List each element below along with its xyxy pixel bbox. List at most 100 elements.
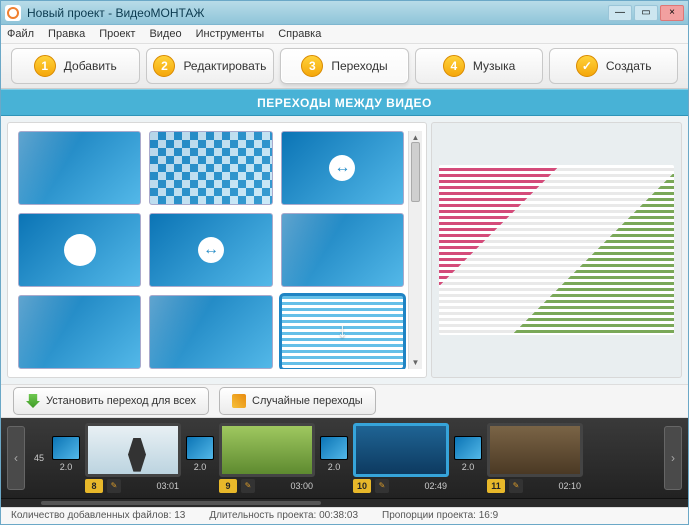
transition-chip[interactable]: 2.0: [51, 436, 81, 480]
scroll-track[interactable]: [409, 142, 422, 358]
step-number-icon: 2: [153, 55, 175, 77]
transition-thumb[interactable]: [149, 295, 272, 369]
menu-project[interactable]: Проект: [99, 28, 135, 40]
clip-duration: 03:01: [156, 481, 179, 491]
tab-label: Переходы: [331, 59, 387, 73]
clip-number: 11: [487, 479, 505, 493]
menu-edit[interactable]: Правка: [48, 28, 85, 40]
banner-title: ПЕРЕХОДЫ МЕЖДУ ВИДЕО: [257, 96, 432, 110]
scroll-down-icon[interactable]: ▼: [412, 358, 420, 367]
status-files: Количество добавленных файлов: 13: [11, 510, 185, 521]
pencil-icon[interactable]: ✎: [375, 479, 389, 493]
clip-duration: 02:10: [558, 481, 581, 491]
menu-tools[interactable]: Инструменты: [196, 28, 265, 40]
scroll-thumb[interactable]: [41, 501, 321, 505]
transition-gallery: [18, 131, 408, 369]
button-label: Случайные переходы: [252, 395, 363, 407]
timeline: ‹ 45 2.0 8 ✎ 03:01 2.0: [1, 418, 688, 497]
step-number-icon: 1: [34, 55, 56, 77]
transition-thumb[interactable]: [149, 131, 272, 205]
status-duration: Длительность проекта: 00:38:03: [209, 510, 358, 521]
timeline-prev-button[interactable]: ‹: [7, 426, 25, 490]
clip-thumbnail: [487, 423, 583, 477]
action-row: Установить переход для всех Случайные пе…: [1, 384, 688, 419]
tab-label: Музыка: [473, 59, 515, 73]
status-bar: Количество добавленных файлов: 13 Длител…: [1, 507, 688, 524]
step-tabs: 1 Добавить 2 Редактировать 3 Переходы 4 …: [1, 44, 688, 89]
transition-duration: 2.0: [194, 462, 207, 472]
menu-file[interactable]: Файл: [7, 28, 34, 40]
transition-thumb[interactable]: [149, 213, 272, 287]
transition-thumb[interactable]: [281, 213, 404, 287]
transition-chip[interactable]: 2.0: [185, 436, 215, 480]
apply-all-button[interactable]: Установить переход для всех: [13, 387, 209, 415]
menubar: Файл Правка Проект Видео Инструменты Спр…: [1, 25, 688, 44]
tab-label: Создать: [606, 59, 652, 73]
tab-transitions[interactable]: 3 Переходы: [280, 48, 409, 84]
scroll-up-icon[interactable]: ▲: [412, 133, 420, 142]
transition-icon: [186, 436, 214, 460]
section-banner: ПЕРЕХОДЫ МЕЖДУ ВИДЕО: [1, 89, 688, 115]
pencil-icon[interactable]: ✎: [107, 479, 121, 493]
timeline-next-button[interactable]: ›: [664, 426, 682, 490]
timeline-clip[interactable]: 8 ✎ 03:01: [85, 423, 181, 494]
transition-thumb[interactable]: [281, 131, 404, 205]
transition-thumb[interactable]: [18, 295, 141, 369]
tab-label: Редактировать: [183, 59, 266, 73]
random-transitions-button[interactable]: Случайные переходы: [219, 387, 376, 415]
timeline-clip[interactable]: 9 ✎ 03:00: [219, 423, 315, 494]
button-label: Установить переход для всех: [46, 395, 196, 407]
clip-meta: 11 ✎ 02:10: [487, 478, 583, 494]
transition-chip[interactable]: 2.0: [319, 436, 349, 480]
step-number-icon: 3: [301, 55, 323, 77]
gallery-scrollbar[interactable]: ▲ ▼: [408, 131, 422, 369]
clip-duration: 02:49: [424, 481, 447, 491]
transition-icon: [454, 436, 482, 460]
preview-image: [439, 165, 673, 335]
clip-meta: 8 ✎ 03:01: [85, 478, 181, 494]
pencil-icon[interactable]: ✎: [509, 479, 523, 493]
transition-gallery-panel: ▲ ▼: [7, 122, 427, 378]
transition-thumb-selected[interactable]: [281, 295, 404, 369]
scroll-thumb[interactable]: [411, 142, 420, 202]
app-window: Новый проект - ВидеоМОНТАЖ — ▭ × Файл Пр…: [0, 0, 689, 525]
transition-icon: [52, 436, 80, 460]
pencil-icon[interactable]: ✎: [241, 479, 255, 493]
clip-meta: 9 ✎ 03:00: [219, 478, 315, 494]
clip-thumbnail: [85, 423, 181, 477]
step-number-icon: 4: [443, 55, 465, 77]
clip-thumbnail: [219, 423, 315, 477]
transition-duration: 2.0: [60, 462, 73, 472]
wand-icon: [232, 394, 246, 408]
clip-meta: 10 ✎ 02:49: [353, 478, 449, 494]
transition-icon: [320, 436, 348, 460]
close-button[interactable]: ×: [660, 5, 684, 21]
app-icon: [5, 5, 21, 21]
tab-edit[interactable]: 2 Редактировать: [146, 48, 275, 84]
menu-video[interactable]: Видео: [149, 28, 181, 40]
clip-number: 45: [31, 453, 47, 463]
transition-thumb[interactable]: [18, 213, 141, 287]
window-controls: — ▭ ×: [608, 5, 684, 21]
timeline-clip[interactable]: 11 ✎ 02:10: [487, 423, 583, 494]
transition-preview: [431, 122, 682, 378]
clip-number: 8: [85, 479, 103, 493]
clip-thumbnail: [353, 423, 449, 477]
tab-music[interactable]: 4 Музыка: [415, 48, 544, 84]
timeline-clip-selected[interactable]: 10 ✎ 02:49: [353, 423, 449, 494]
check-icon: ✓: [576, 55, 598, 77]
tab-add[interactable]: 1 Добавить: [11, 48, 140, 84]
status-aspect: Пропорции проекта: 16:9: [382, 510, 498, 521]
minimize-button[interactable]: —: [608, 5, 632, 21]
tab-create[interactable]: ✓ Создать: [549, 48, 678, 84]
transition-chip[interactable]: 2.0: [453, 436, 483, 480]
transition-thumb[interactable]: [18, 131, 141, 205]
clip-duration: 03:00: [290, 481, 313, 491]
timeline-scrollbar[interactable]: [1, 498, 688, 507]
menu-help[interactable]: Справка: [278, 28, 321, 40]
clip-number: 10: [353, 479, 371, 493]
window-title: Новый проект - ВидеоМОНТАЖ: [27, 6, 608, 20]
maximize-button[interactable]: ▭: [634, 5, 658, 21]
titlebar: Новый проект - ВидеоМОНТАЖ — ▭ ×: [1, 1, 688, 25]
timeline-track[interactable]: 45 2.0 8 ✎ 03:01 2.0 9: [25, 423, 664, 494]
